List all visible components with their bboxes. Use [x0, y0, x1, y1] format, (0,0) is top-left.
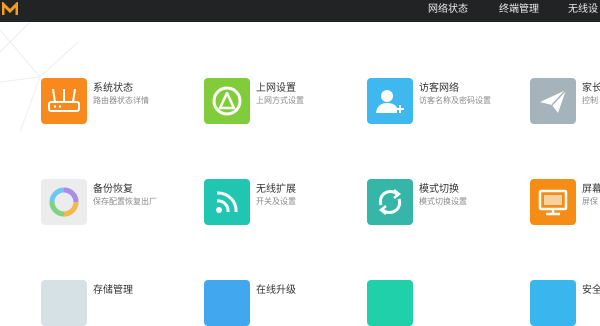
nav-network-status[interactable]: 网络状态 — [428, 0, 468, 22]
tile-subtitle: 控制 — [582, 96, 598, 105]
tile-subtitle: 开关及设置 — [256, 197, 296, 206]
tile-title: 家长 — [582, 83, 600, 94]
tile-title: 访客网络 — [419, 83, 459, 94]
brand-logo-icon[interactable] — [2, 2, 18, 16]
app-icon — [367, 280, 413, 326]
tile-title: 无线扩展 — [256, 184, 296, 195]
nav-terminal-management[interactable]: 终端管理 — [499, 0, 539, 22]
tile-subtitle: 保存配置恢复出厂 — [93, 197, 157, 206]
backup-ring-icon — [41, 179, 87, 225]
tile-title: 存储管理 — [93, 285, 133, 296]
tile-title: 系统状态 — [93, 83, 133, 94]
storage-icon — [41, 280, 87, 326]
tile-title: 上网设置 — [256, 83, 296, 94]
tile-title: 屏幕 — [582, 184, 600, 195]
upgrade-icon — [204, 280, 250, 326]
tile-subtitle: 模式切换设置 — [419, 197, 467, 206]
screen-icon — [530, 179, 576, 225]
guest-user-icon — [367, 78, 413, 124]
tile-subtitle: 屏保 — [582, 197, 598, 206]
nav-wireless-settings[interactable]: 无线设 — [568, 0, 598, 22]
tile-subtitle: 路由器状态详情 — [93, 96, 149, 105]
refresh-icon — [367, 179, 413, 225]
tile-title: 在线升级 — [256, 285, 296, 296]
globe-aperture-icon — [204, 78, 250, 124]
security-icon — [530, 280, 576, 326]
tile-title: 模式切换 — [419, 184, 459, 195]
top-navbar: 网络状态 终端管理 无线设 — [0, 0, 600, 22]
tile-subtitle: 上网方式设置 — [256, 96, 304, 105]
paper-plane-icon — [530, 78, 576, 124]
tile-title: 安全 — [582, 285, 600, 296]
wifi-icon — [204, 179, 250, 225]
tile-subtitle: 访客名称及密码设置 — [419, 96, 491, 105]
tile-title: 备份恢复 — [93, 184, 133, 195]
router-icon — [41, 78, 87, 124]
